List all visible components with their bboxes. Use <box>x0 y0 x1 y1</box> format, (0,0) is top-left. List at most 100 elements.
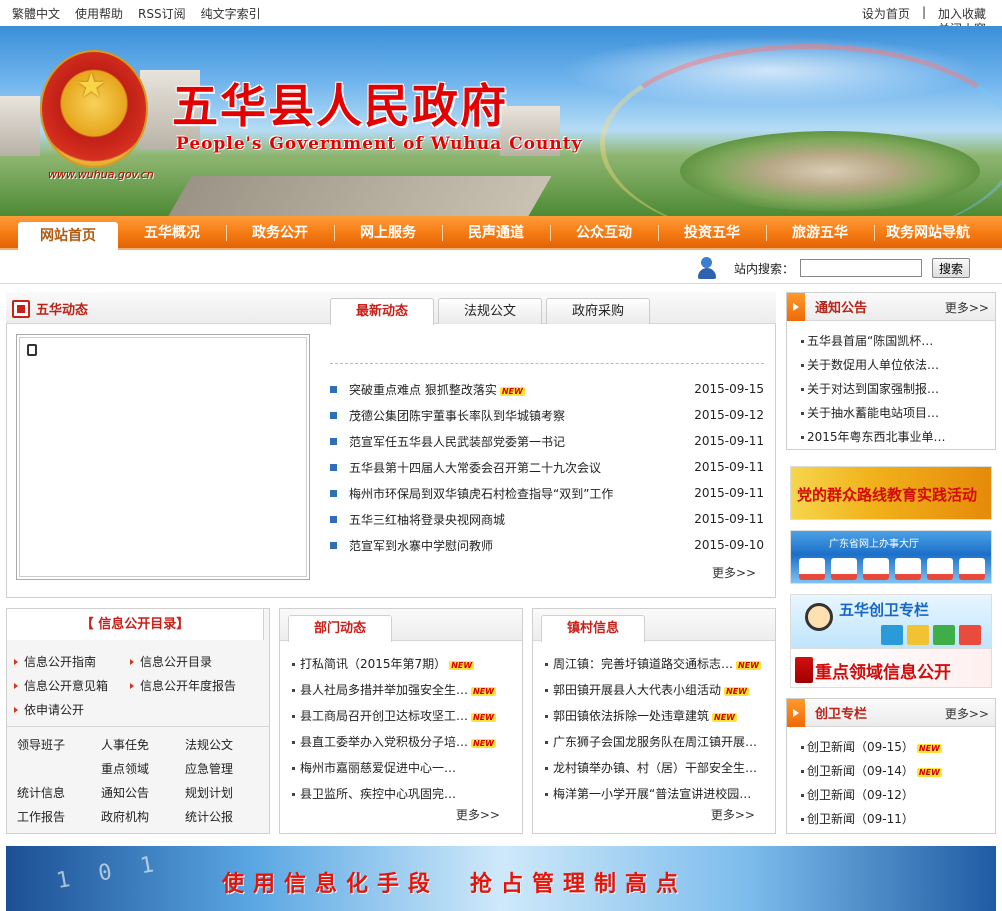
nav-public-voice[interactable]: 民声通道 <box>442 216 550 250</box>
list-item[interactable]: 梅州市环保局到双华镇虎石村检查指导“双到”工作 2015-09-11 <box>330 480 764 506</box>
notice-panel: 通知公告 更多>> 五华县首届“陈国凯杯… 关于数促用人单位依法… 关于对达到国… <box>786 292 996 450</box>
town-more-link[interactable]: 更多>> <box>711 806 755 823</box>
list-item[interactable]: 龙村镇举办镇、村（居）干部安全生… <box>543 755 767 781</box>
service-tiles <box>799 558 985 580</box>
department-more-link[interactable]: 更多>> <box>456 806 500 823</box>
nav-online-services[interactable]: 网上服务 <box>334 216 442 250</box>
mass-line-campaign-banner[interactable]: 党的群众路线教育实践活动 <box>790 466 992 520</box>
list-item[interactable]: 郭田镇开展县人大代表小组活动 NEW <box>543 677 767 703</box>
rss-link[interactable]: RSS订阅 <box>138 5 186 22</box>
category-link[interactable]: 政府机构 <box>101 807 185 827</box>
list-item[interactable]: 2015年粤东西北事业单… <box>797 425 989 449</box>
list-item[interactable]: 梅洋第一小学开展“普法宣讲进校园… <box>543 781 767 807</box>
divider <box>6 726 270 727</box>
sanitation-more-link[interactable]: 更多>> <box>945 705 989 722</box>
list-item[interactable]: 关于对达到国家强制报… <box>797 377 989 401</box>
new-badge: NEW <box>724 687 749 696</box>
news-more-link[interactable]: 更多>> <box>712 564 756 581</box>
section-icon <box>12 299 30 318</box>
tab-regulations[interactable]: 法规公文 <box>438 298 542 324</box>
new-badge: NEW <box>449 661 475 670</box>
news-section-title: 五华动态 <box>12 299 88 318</box>
tab-procurement[interactable]: 政府采购 <box>546 298 650 324</box>
info-disclosure-links: 信息公开指南 信息公开目录 信息公开意见箱 信息公开年度报告 依申请公开 <box>12 652 262 720</box>
nav-tourism[interactable]: 旅游五华 <box>766 216 874 250</box>
list-item[interactable]: 县直工委举办入党积极分子培… NEW <box>290 729 514 755</box>
list-item[interactable]: 五华三红柚将登录央视网商城 2015-09-11 <box>330 506 764 532</box>
section-title-text: 五华动态 <box>36 303 89 318</box>
list-item[interactable]: 打私简讯（2015年第7期） NEW <box>290 651 514 677</box>
list-item[interactable]: 县工商局召开创卫达标攻坚工… NEW <box>290 703 514 729</box>
notice-more-link[interactable]: 更多>> <box>945 299 989 316</box>
building-image <box>0 96 40 156</box>
notice-list: 五华县首届“陈国凯杯… 关于数促用人单位依法… 关于对达到国家强制报… 关于抽水… <box>787 321 995 449</box>
search-button[interactable]: 搜索 <box>932 258 971 278</box>
list-item[interactable]: 周江镇：完善圩镇道路交通标志… NEW <box>543 651 767 677</box>
category-link[interactable]: 领导班子 <box>17 735 101 755</box>
list-item[interactable]: 范宣军到水寨中学慰问教师 2015-09-10 <box>330 532 764 558</box>
list-item[interactable]: 梅州市嘉丽慈爱促进中心一… <box>290 755 514 781</box>
category-link[interactable]: 重点领域 <box>101 759 185 779</box>
info-request-link[interactable]: 依申请公开 <box>12 700 128 720</box>
nav-home[interactable]: 网站首页 <box>18 222 118 250</box>
bullet-icon <box>330 411 337 419</box>
category-link[interactable]: 规划计划 <box>185 783 267 803</box>
list-item[interactable]: 范宣军任五华县人民武装部党委第一书记 2015-09-11 <box>330 428 764 454</box>
list-item[interactable]: 茂德公集团陈宇董事长率队到华城镇考察 2015-09-12 <box>330 402 764 428</box>
list-item[interactable]: 县卫监所、疾控中心巩固完… <box>290 781 514 807</box>
info-guide-link[interactable]: 信息公开指南 <box>12 652 128 672</box>
text-index-link[interactable]: 纯文字索引 <box>201 5 261 22</box>
banner-slogan: 使用信息化手段 抢占管理制高点 <box>222 871 688 897</box>
list-item[interactable]: 县人社局多措并举加强安全生… NEW <box>290 677 514 703</box>
tab-latest-news[interactable]: 最新动态 <box>330 298 434 325</box>
info-mailbox-link[interactable]: 信息公开意见箱 <box>12 676 128 696</box>
photo-slideshow-inner <box>19 337 307 577</box>
sanitation-list: 创卫新闻（09-15） NEW 创卫新闻（09-14） NEW 创卫新闻（09-12… <box>787 727 995 831</box>
informatization-banner[interactable]: 1 0 1 使用信息化手段 抢占管理制高点 <box>6 846 996 911</box>
list-item[interactable]: 突破重点难点 狠抓整改落实 NEW 2015-09-15 <box>330 376 764 402</box>
sanitation-column-banner[interactable]: 五华创卫专栏 <box>790 594 992 648</box>
search-label: 站内搜索： <box>734 261 795 276</box>
info-annual-report-link[interactable]: 信息公开年度报告 <box>128 676 258 696</box>
new-badge: NEW <box>736 661 761 670</box>
category-link[interactable]: 工作报告 <box>17 807 101 827</box>
list-item[interactable]: 郭田镇依法拆除一处违章建筑 NEW <box>543 703 767 729</box>
search-input[interactable] <box>800 259 923 277</box>
nav-site-directory[interactable]: 政务网站导航 <box>874 216 982 250</box>
set-home-link[interactable]: 设为首页 <box>862 5 910 22</box>
main-nav: 网站首页 五华概况 政务公开 网上服务 民声通道 公众互动 投资五华 旅游五华 … <box>0 216 1002 250</box>
town-news-list: 周江镇：完善圩镇道路交通标志… NEW 郭田镇开展县人大代表小组活动 NEW 郭田镇… <box>533 641 775 807</box>
key-info-disclosure-banner[interactable]: 重点领域信息公开 <box>790 648 992 688</box>
traditional-chinese-link[interactable]: 繁體中文 <box>12 5 60 22</box>
arrow-icon <box>787 698 805 727</box>
category-link[interactable]: 人事任免 <box>101 735 185 755</box>
nav-overview[interactable]: 五华概况 <box>118 216 226 250</box>
road-image <box>168 176 552 216</box>
online-service-hall-banner[interactable]: 广东省网上办事大厅 <box>790 530 992 584</box>
info-disclosure-title: 【 信息公开目录】 <box>6 608 264 640</box>
category-link[interactable]: 法规公文 <box>185 735 267 755</box>
list-item[interactable]: 五华县首届“陈国凯杯… <box>797 329 989 353</box>
list-item[interactable]: 关于抽水蓄能电站项目… <box>797 401 989 425</box>
nav-government-affairs[interactable]: 政务公开 <box>226 216 334 250</box>
list-item[interactable]: 创卫新闻（09-14） NEW <box>797 759 989 783</box>
list-item[interactable]: 五华县第十四届人大常委会召开第二十九次会议 2015-09-11 <box>330 454 764 480</box>
help-link[interactable]: 使用帮助 <box>75 5 123 22</box>
town-news-tab[interactable]: 镇村信息 <box>541 615 645 642</box>
department-news-tab[interactable]: 部门动态 <box>288 615 392 642</box>
list-item[interactable]: 创卫新闻（09-15） NEW <box>797 735 989 759</box>
category-link[interactable]: 统计信息 <box>17 783 101 803</box>
list-item[interactable]: 广东狮子会国龙服务队在周江镇开展… <box>543 729 767 755</box>
nav-public-interaction[interactable]: 公众互动 <box>550 216 658 250</box>
image-placeholder-icon <box>27 344 37 356</box>
nav-investment[interactable]: 投资五华 <box>658 216 766 250</box>
cartoon-child-icon <box>805 603 833 631</box>
site-title: 五华县人民政府 <box>172 79 508 133</box>
list-item[interactable]: 创卫新闻（09-12） <box>797 783 989 807</box>
category-link[interactable]: 统计公报 <box>185 807 267 827</box>
category-link[interactable]: 应急管理 <box>185 759 267 779</box>
category-link[interactable]: 通知公告 <box>101 783 185 803</box>
list-item[interactable]: 创卫新闻（09-11） <box>797 807 989 831</box>
list-item[interactable]: 关于数促用人单位依法… <box>797 353 989 377</box>
info-catalog-link[interactable]: 信息公开目录 <box>128 652 258 672</box>
